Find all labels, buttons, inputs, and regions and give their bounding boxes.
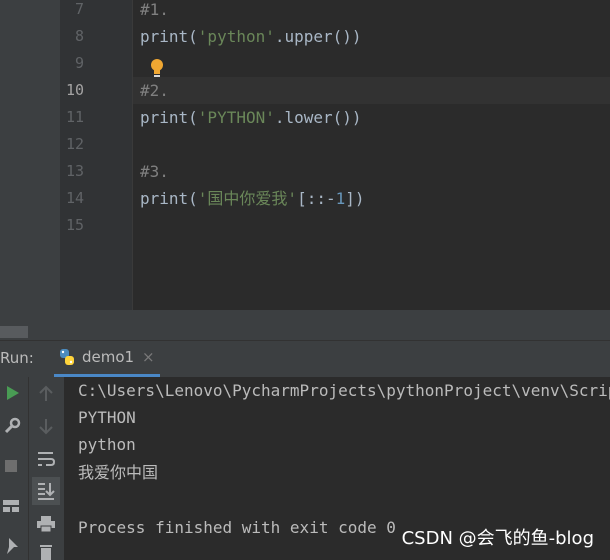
- console-line: PYTHON: [78, 408, 136, 427]
- python-file-icon: [60, 349, 74, 365]
- console-line: 我爱你中国: [78, 463, 159, 482]
- up-arrow-icon[interactable]: [38, 385, 54, 403]
- down-arrow-icon[interactable]: [38, 417, 54, 435]
- run-tool-window-header: Run: demo1 ×: [0, 340, 610, 377]
- editor-divider: [60, 310, 610, 340]
- code-line-11: print('PYTHON'.lower()): [140, 108, 362, 127]
- stop-icon[interactable]: [4, 459, 18, 473]
- console-line: python: [78, 435, 136, 454]
- run-label: Run:: [0, 349, 34, 367]
- code-line-10: #2.: [140, 81, 169, 100]
- line-number-gutter: 7 8 9 10 11 12 13 14 15: [60, 0, 133, 310]
- code-line-8: print('python'.upper()): [140, 27, 362, 46]
- horizontal-scrollbar[interactable]: [0, 326, 28, 338]
- code-line-13: #3.: [140, 162, 169, 181]
- line-number: 15: [65, 216, 84, 234]
- print-icon[interactable]: [36, 515, 56, 533]
- line-number: 12: [65, 135, 84, 153]
- console-line: Process finished with exit code 0: [78, 518, 396, 537]
- left-tool-strip: [0, 0, 60, 340]
- run-left-toolbar: [0, 377, 28, 560]
- line-number: 11: [65, 108, 84, 126]
- run-console-toolbar: [28, 377, 64, 560]
- scroll-to-end-button[interactable]: [32, 477, 60, 505]
- current-line-highlight: [133, 77, 610, 104]
- scroll-to-end-icon: [38, 483, 55, 500]
- pin-icon[interactable]: [3, 537, 19, 555]
- close-icon[interactable]: ×: [142, 348, 155, 366]
- watermark: CSDN @会飞的鱼-blog: [401, 528, 594, 549]
- code-line-14: print('国中你爱我'[::-1]): [140, 189, 365, 208]
- run-icon[interactable]: [4, 385, 20, 401]
- code-editor[interactable]: #1. print('python'.upper()) #2. print('P…: [133, 0, 610, 310]
- soft-wrap-icon[interactable]: [36, 449, 56, 469]
- trash-icon[interactable]: [38, 543, 54, 560]
- layout-icon[interactable]: [2, 499, 20, 513]
- line-number: 14: [65, 189, 84, 207]
- line-number: 13: [65, 162, 84, 180]
- line-number: 9: [74, 54, 84, 72]
- line-number: 7: [74, 0, 84, 18]
- tab-label: demo1: [82, 348, 135, 366]
- line-number: 8: [74, 27, 84, 45]
- code-line-7: #1.: [140, 0, 169, 19]
- line-number-current: 10: [65, 81, 84, 99]
- wrench-icon[interactable]: [3, 417, 21, 435]
- console-line: C:\Users\Lenovo\PycharmProjects\pythonPr…: [78, 381, 610, 400]
- tab-demo1[interactable]: demo1 ×: [54, 341, 164, 376]
